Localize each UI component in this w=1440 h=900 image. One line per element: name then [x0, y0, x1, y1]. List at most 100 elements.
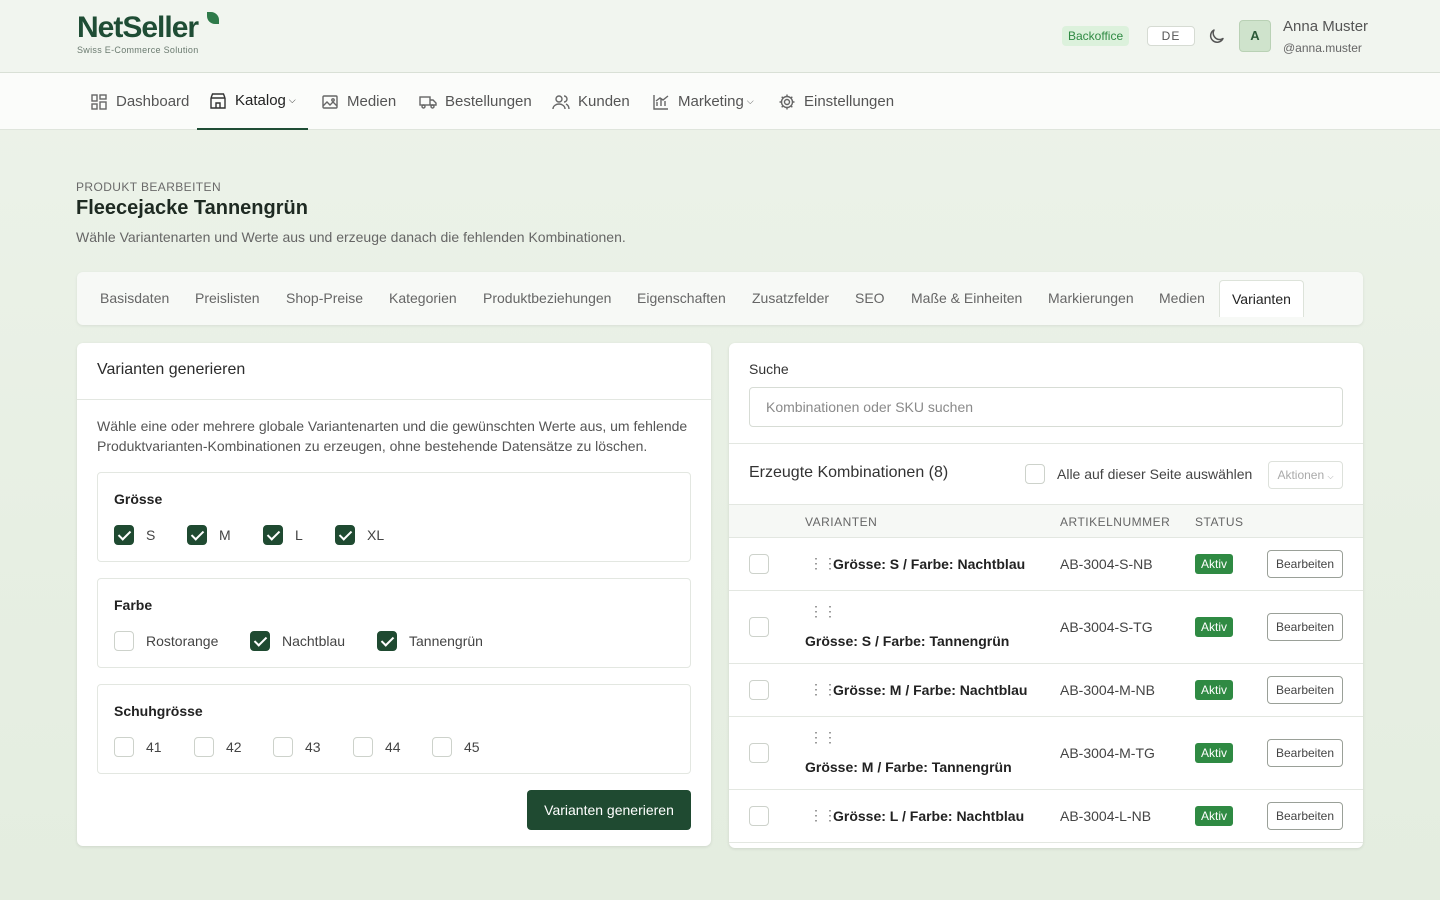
option-label: 41 — [146, 739, 162, 755]
option-s[interactable]: S — [114, 525, 155, 545]
edit-button[interactable]: Bearbeiten — [1267, 802, 1343, 830]
table-row[interactable]: ⋮⋮ Grösse: M / Farbe: Tannengrün AB-3004… — [729, 717, 1363, 790]
tab-kategorien[interactable]: Kategorien — [389, 280, 457, 317]
avatar[interactable]: A — [1239, 20, 1271, 52]
checkbox[interactable] — [335, 525, 355, 545]
option-label: XL — [367, 527, 385, 543]
checkbox[interactable] — [194, 737, 214, 757]
language-switcher[interactable]: DE — [1147, 26, 1195, 46]
tab-produktbeziehungen[interactable]: Produktbeziehungen — [483, 280, 611, 317]
nav-label: Marketing — [678, 93, 744, 110]
select-all-checkbox[interactable]: Alle auf dieser Seite auswählen — [1025, 464, 1252, 484]
option-label: 43 — [305, 739, 321, 755]
search-label: Suche — [749, 361, 789, 377]
checkbox[interactable] — [114, 737, 134, 757]
checkbox[interactable] — [114, 525, 134, 545]
leaf-icon — [207, 12, 219, 24]
checkbox[interactable] — [187, 525, 207, 545]
drag-handle-icon[interactable]: ⋮⋮ — [809, 807, 837, 824]
tab-preislisten[interactable]: Preislisten — [195, 280, 260, 317]
nav-label: Katalog — [235, 92, 286, 109]
table-row[interactable]: ⋮⋮ Grösse: S / Farbe: Nachtblau AB-3004-… — [729, 538, 1363, 591]
option-42[interactable]: 42 — [194, 737, 242, 757]
divider — [77, 399, 711, 400]
generate-variants-button[interactable]: Varianten generieren — [527, 790, 691, 830]
variant-name: Grösse: S / Farbe: Nachtblau — [833, 556, 1026, 572]
tab-seo[interactable]: SEO — [855, 280, 885, 317]
option-45[interactable]: 45 — [432, 737, 480, 757]
nav-item-katalog[interactable]: Katalog ⌵ — [197, 73, 308, 130]
tab-basisdaten[interactable]: Basisdaten — [100, 280, 169, 317]
row-checkbox[interactable] — [749, 806, 769, 826]
tab-masse-einheiten[interactable]: Maße & Einheiten — [911, 280, 1022, 317]
tab-eigenschaften[interactable]: Eigenschaften — [637, 280, 726, 317]
edit-button[interactable]: Bearbeiten — [1267, 550, 1343, 578]
nav-item-medien[interactable]: Medien — [321, 73, 396, 130]
search-input[interactable] — [749, 387, 1343, 427]
nav-item-einstellungen[interactable]: Einstellungen — [778, 73, 894, 130]
option-nachtblau[interactable]: Nachtblau — [250, 631, 345, 651]
tab-shop-preise[interactable]: Shop-Preise — [286, 280, 363, 317]
table-header: VARIANTEN ARTIKELNUMMER STATUS — [729, 504, 1363, 538]
nav-item-marketing[interactable]: Marketing ⌵ — [652, 73, 754, 130]
option-group-groesse: Grösse S M L XL — [97, 472, 691, 562]
tab-medien[interactable]: Medien — [1159, 280, 1205, 317]
nav-label: Dashboard — [116, 93, 190, 110]
option-44[interactable]: 44 — [353, 737, 401, 757]
table-row[interactable]: ⋮⋮ Grösse: M / Farbe: Nachtblau AB-3004-… — [729, 664, 1363, 717]
table-row[interactable]: ⋮⋮ Grösse: S / Farbe: Tannengrün AB-3004… — [729, 591, 1363, 664]
edit-button[interactable]: Bearbeiten — [1267, 676, 1343, 704]
table-row[interactable]: ⋮⋮ Grösse: L / Farbe: Nachtblau AB-3004-… — [729, 790, 1363, 843]
checkbox[interactable] — [250, 631, 270, 651]
dark-mode-toggle[interactable] — [1207, 26, 1227, 46]
user-name[interactable]: Anna Muster — [1283, 18, 1368, 35]
checkbox[interactable] — [353, 737, 373, 757]
select-all-label: Alle auf dieser Seite auswählen — [1057, 466, 1253, 482]
nav-item-kunden[interactable]: Kunden — [552, 73, 630, 130]
checkbox[interactable] — [377, 631, 397, 651]
option-m[interactable]: M — [187, 525, 231, 545]
nav-item-bestellungen[interactable]: Bestellungen — [419, 73, 532, 130]
checkbox[interactable] — [263, 525, 283, 545]
option-tannengruen[interactable]: Tannengrün — [377, 631, 483, 651]
tab-varianten[interactable]: Varianten — [1219, 280, 1304, 317]
brand-logo[interactable]: NetSeller Swiss E-Commerce Solution — [77, 12, 219, 55]
edit-button[interactable]: Bearbeiten — [1267, 739, 1343, 767]
option-41[interactable]: 41 — [114, 737, 162, 757]
checkbox[interactable] — [273, 737, 293, 757]
option-xl[interactable]: XL — [335, 525, 384, 545]
sku: AB-3004-S-NB — [1060, 556, 1153, 572]
users-icon — [552, 94, 570, 109]
tab-markierungen[interactable]: Markierungen — [1048, 280, 1134, 317]
status-badge: Aktiv — [1195, 743, 1234, 763]
drag-handle-icon[interactable]: ⋮⋮ — [809, 603, 837, 620]
checkbox[interactable] — [114, 631, 134, 651]
nav-label: Einstellungen — [804, 93, 895, 110]
checkbox[interactable] — [1025, 464, 1045, 484]
option-label: 45 — [464, 739, 480, 755]
option-label: L — [295, 527, 303, 543]
status-badge: Aktiv — [1195, 617, 1234, 637]
dashboard-icon — [91, 93, 107, 110]
edit-button[interactable]: Bearbeiten — [1267, 613, 1343, 641]
option-l[interactable]: L — [263, 525, 303, 545]
drag-handle-icon[interactable]: ⋮⋮ — [809, 681, 837, 698]
sku: AB-3004-L-NB — [1060, 808, 1152, 824]
variant-name: Grösse: M / Farbe: Tannengrün — [805, 759, 1012, 775]
sku: AB-3004-S-TG — [1060, 619, 1153, 635]
actions-dropdown[interactable]: Aktionen ⌵ — [1268, 461, 1343, 489]
row-checkbox[interactable] — [749, 743, 769, 763]
option-rostorange[interactable]: Rostorange — [114, 631, 218, 651]
nav-item-dashboard[interactable]: Dashboard — [90, 73, 189, 130]
tab-zusatzfelder[interactable]: Zusatzfelder — [752, 280, 829, 317]
row-checkbox[interactable] — [749, 680, 769, 700]
chart-icon — [653, 94, 669, 110]
drag-handle-icon[interactable]: ⋮⋮ — [809, 729, 837, 746]
row-checkbox[interactable] — [749, 617, 769, 637]
store-icon — [210, 92, 226, 109]
checkbox[interactable] — [432, 737, 452, 757]
combinations-card: Suche Erzeugte Kombinationen (8) Alle au… — [729, 343, 1363, 848]
option-43[interactable]: 43 — [273, 737, 321, 757]
row-checkbox[interactable] — [749, 554, 769, 574]
drag-handle-icon[interactable]: ⋮⋮ — [809, 555, 837, 572]
